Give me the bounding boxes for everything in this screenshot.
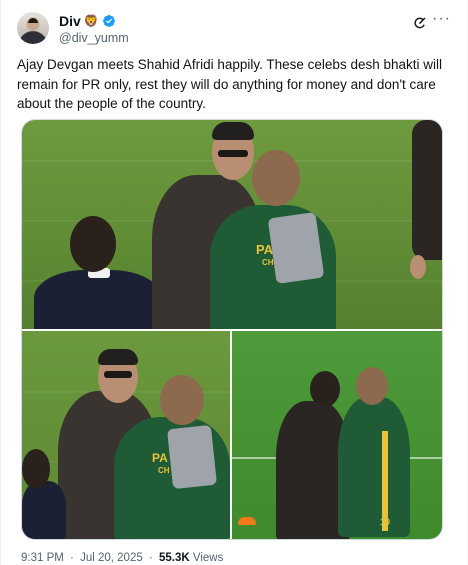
jersey-number: 10	[380, 517, 391, 527]
lion-emoji-icon: 🦁	[83, 14, 99, 28]
author-handle[interactable]: @div_yumm	[59, 31, 129, 45]
jersey-subtext: CH	[158, 466, 170, 475]
post-date[interactable]: Jul 20, 2025	[80, 552, 143, 564]
separator: ·	[148, 552, 153, 564]
separator: ·	[70, 552, 74, 564]
post-time[interactable]: 9:31 PM	[21, 552, 64, 564]
tweet-meta: 9:31 PM · Jul 20, 2025 · 55.3K Views	[21, 552, 223, 564]
tweet-header: Div 🦁 @div_yumm ···	[17, 10, 455, 50]
views-label: Views	[192, 552, 224, 564]
jersey-text: PA	[152, 451, 168, 465]
avatar-hair	[28, 18, 38, 23]
jersey-subtext: CH	[262, 258, 274, 267]
photo-bottom-right[interactable]: 10	[232, 331, 442, 539]
jersey-text: PA	[256, 242, 274, 257]
tweet-text: Ajay Devgan meets Shahid Afridi happily.…	[17, 57, 442, 111]
more-icon[interactable]: ···	[432, 11, 451, 27]
photo-top[interactable]: PA CH	[22, 120, 442, 329]
views-count[interactable]: 55.3K	[159, 552, 190, 564]
grok-icon[interactable]	[413, 16, 427, 30]
avatar[interactable]	[17, 12, 49, 44]
training-cone	[238, 517, 256, 525]
verified-badge-icon	[102, 15, 115, 27]
author-display-name[interactable]: Div	[59, 13, 81, 29]
author-name-row[interactable]: Div 🦁	[59, 13, 116, 29]
tweet-card[interactable]: Div 🦁 @div_yumm ··· Ajay Devgan meets Sh…	[0, 0, 468, 565]
photo-bottom-left[interactable]: PA CH	[22, 331, 230, 539]
media-grid[interactable]: PA CH PA CH 10	[21, 119, 443, 540]
